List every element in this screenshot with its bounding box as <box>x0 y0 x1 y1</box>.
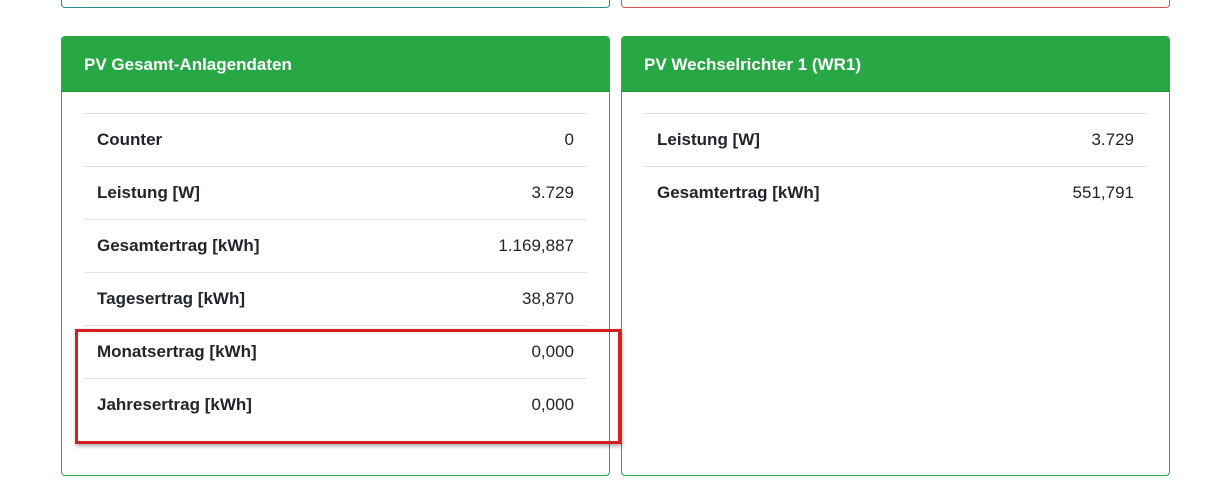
pv-total-card-body: Counter 0 Leistung [W] 3.729 Gesamtertra… <box>62 92 609 432</box>
table-row: Monatsertrag [kWh] 0,000 <box>84 325 587 379</box>
pv-inverter-card-body: Leistung [W] 3.729 Gesamtertrag [kWh] 55… <box>622 92 1169 220</box>
row-value: 3.729 <box>410 166 587 220</box>
table-row: Gesamtertrag [kWh] 551,791 <box>644 166 1147 220</box>
row-value: 3.729 <box>987 113 1147 167</box>
pv-inverter-card: PV Wechselrichter 1 (WR1) Leistung [W] 3… <box>621 36 1170 476</box>
table-row: Gesamtertrag [kWh] 1.169,887 <box>84 219 587 273</box>
row-value: 1.169,887 <box>410 219 587 273</box>
row-label: Counter <box>84 113 411 167</box>
row-label: Leistung [W] <box>84 166 411 220</box>
previous-card-bottom-left <box>61 0 610 8</box>
row-value: 0,000 <box>410 325 587 379</box>
row-label: Jahresertrag [kWh] <box>84 378 411 432</box>
row-label: Tagesertrag [kWh] <box>84 272 411 326</box>
row-label: Gesamtertrag [kWh] <box>644 166 988 220</box>
table-row: Tagesertrag [kWh] 38,870 <box>84 272 587 326</box>
row-value: 38,870 <box>410 272 587 326</box>
pv-total-card-title: PV Gesamt-Anlagendaten <box>62 37 609 92</box>
row-value: 0,000 <box>410 378 587 432</box>
pv-inverter-card-title: PV Wechselrichter 1 (WR1) <box>622 37 1169 92</box>
row-value: 0 <box>410 113 587 167</box>
pv-total-card: PV Gesamt-Anlagendaten Counter 0 Leistun… <box>61 36 610 476</box>
table-row: Leistung [W] 3.729 <box>84 166 587 220</box>
previous-card-bottom-right <box>621 0 1170 8</box>
row-label: Gesamtertrag [kWh] <box>84 219 411 273</box>
pv-total-table: Counter 0 Leistung [W] 3.729 Gesamtertra… <box>84 113 587 432</box>
table-row: Counter 0 <box>84 113 587 167</box>
pv-inverter-table: Leistung [W] 3.729 Gesamtertrag [kWh] 55… <box>644 113 1147 220</box>
row-label: Leistung [W] <box>644 113 988 167</box>
row-label: Monatsertrag [kWh] <box>84 325 411 379</box>
table-row: Jahresertrag [kWh] 0,000 <box>84 378 587 432</box>
row-value: 551,791 <box>987 166 1147 220</box>
table-row: Leistung [W] 3.729 <box>644 113 1147 167</box>
